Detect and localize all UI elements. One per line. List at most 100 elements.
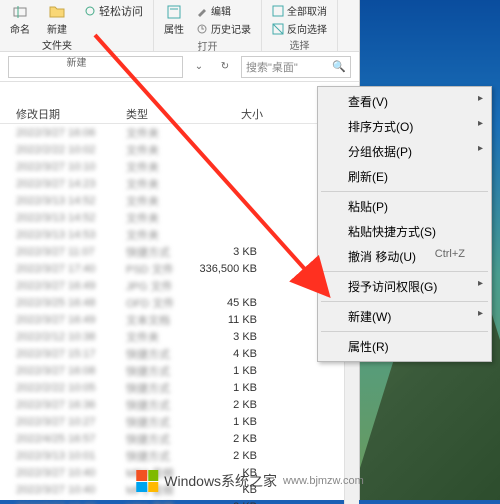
refresh-button[interactable]: ↻ [215,57,235,77]
deselect-all-button[interactable]: 全部取消 [270,2,329,19]
cell-date: 2022/3/27 17:40 [10,261,120,277]
properties-icon [166,4,182,20]
menu-paste[interactable]: 粘贴(P) [320,194,489,219]
table-row[interactable]: 2022/3/27 16:49文本文档11 KB [0,311,359,328]
cell-size [190,182,270,186]
cell-date: 2022/3/27 16:06 [10,125,120,141]
cell-size: 2 KB [190,448,270,464]
edit-label: 编辑 [211,3,231,18]
cell-size [190,148,270,152]
cell-size [190,284,270,288]
new-folder-button[interactable]: 新建 文件夹 [40,2,74,54]
table-row[interactable]: 2022/3/27 10:27快捷方式1 KB [0,413,359,430]
table-row[interactable]: 2022/3/27 11:07快捷方式3 KB [0,243,359,260]
history-label: 历史记录 [211,21,251,36]
ribbon-group-open: 属性 编辑 历史记录 打开 [154,0,262,51]
cell-size [190,165,270,169]
path-input[interactable] [8,56,183,78]
spacer [0,82,359,104]
cell-date: 2022/3/13 14:52 [10,210,120,226]
cell-size: 3 KB [190,329,270,345]
table-row[interactable]: 2022/3/25 16:48OFD 文件45 KB [0,294,359,311]
watermark-url: www.bjmzw.com [283,475,364,487]
table-row[interactable]: 2022/3/13 14:52文件夹 [0,192,359,209]
table-row[interactable]: 2022/3/27 10:40MP3 音频3 KB [0,498,359,504]
cell-size: 336,500 KB [190,261,270,277]
column-date[interactable]: 修改日期 [10,104,120,123]
menu-grant-access[interactable]: 授予访问权限(G) [320,274,489,299]
rename-icon [12,4,28,20]
table-row[interactable]: 2022/3/27 15:17快捷方式4 KB [0,345,359,362]
menu-group[interactable]: 分组依据(P) [320,139,489,164]
menu-separator [321,331,488,332]
table-row[interactable]: 2022/3/27 17:40PSD 文件336,500 KB [0,260,359,277]
cell-date: 2022/3/27 14:23 [10,176,120,192]
ribbon-group-select: 全部取消 反向选择 选择 [262,0,338,51]
cell-type: MP3 音频 [120,497,190,504]
table-row[interactable]: 2022/3/27 14:23文件夹 [0,175,359,192]
menu-separator [321,191,488,192]
cell-size: 4 KB [190,346,270,362]
cell-size [190,233,270,237]
easy-access-icon [84,5,96,17]
menu-properties[interactable]: 属性(R) [320,334,489,359]
edit-button[interactable]: 编辑 [194,2,253,19]
properties-button[interactable]: 属性 [162,2,186,38]
search-input[interactable]: 搜索"桌面" 🔍 [241,56,351,78]
folder-icon [49,4,65,20]
cell-date: 2022/3/13 14:52 [10,193,120,209]
table-row[interactable]: 2022/3/27 10:10文件夹 [0,158,359,175]
menu-view[interactable]: 查看(V) [320,89,489,114]
column-size[interactable]: 大小 [190,104,270,123]
menu-undo[interactable]: 撤消 移动(U)Ctrl+Z [320,244,489,269]
rename-label: 命名 [10,21,30,36]
ribbon-group-open-label: 打开 [198,38,218,53]
dropdown-button[interactable]: ⌄ [189,57,209,77]
cell-size: 45 KB [190,295,270,311]
rename-button[interactable]: 命名 [8,2,32,38]
file-list[interactable]: 2022/3/27 16:06文件夹2022/2/22 10:02文件夹2022… [0,124,359,504]
column-type[interactable]: 类型 [120,104,190,123]
easy-access-label: 轻松访问 [99,3,143,19]
menu-separator [321,271,488,272]
deselect-icon [272,5,284,17]
table-row[interactable]: 2022/3/27 16:36快捷方式2 KB [0,396,359,413]
table-row[interactable]: 2022/3/27 16:08快捷方式1 KB [0,362,359,379]
cell-size: 3 KB [190,244,270,260]
table-row[interactable]: 2022/4/25 16:57快捷方式2 KB [0,430,359,447]
table-row[interactable]: 2022/2/22 10:02文件夹 [0,141,359,158]
cell-date: 2022/4/25 16:57 [10,431,120,447]
easy-access-button[interactable]: 轻松访问 [82,2,145,20]
cell-date: 2022/2/12 10:38 [10,329,120,345]
cell-date: 2022/3/27 16:49 [10,278,120,294]
menu-new[interactable]: 新建(W) [320,304,489,329]
table-row[interactable]: 2022/2/12 10:38文件夹3 KB [0,328,359,345]
history-button[interactable]: 历史记录 [194,20,253,37]
table-row[interactable]: 2022/3/13 14:53文件夹 [0,226,359,243]
menu-grant-label: 授予访问权限(G) [348,278,437,295]
watermark: Windows系统之家 www.bjmzw.com [136,470,363,492]
table-row[interactable]: 2022/3/13 10:01快捷方式2 KB [0,447,359,464]
history-icon [196,23,208,35]
cell-date: 2022/3/27 10:40 [10,482,120,498]
menu-sort[interactable]: 排序方式(O) [320,114,489,139]
cell-date: 2022/3/27 16:08 [10,363,120,379]
menu-undo-label: 撤消 移动(U) [348,248,416,265]
cell-date: 2022/3/27 15:17 [10,346,120,362]
table-row[interactable]: 2022/3/27 16:49JPG 文件 [0,277,359,294]
menu-paste-label: 粘贴(P) [348,198,388,215]
table-row[interactable]: 2022/3/13 14:52文件夹 [0,209,359,226]
cell-date: 2022/3/27 11:07 [10,244,120,260]
menu-paste-shortcut-label: 粘贴快捷方式(S) [348,223,436,240]
menu-refresh[interactable]: 刷新(E) [320,164,489,189]
invert-selection-button[interactable]: 反向选择 [270,20,329,37]
menu-separator [321,301,488,302]
menu-paste-shortcut[interactable]: 粘贴快捷方式(S) [320,219,489,244]
cell-size: 11 KB [190,312,270,328]
table-row[interactable]: 2022/3/27 16:06文件夹 [0,124,359,141]
ribbon-group-select-label: 选择 [290,37,310,52]
newfolder-label-1: 新建 [47,21,67,36]
menu-refresh-label: 刷新(E) [348,168,388,185]
edit-icon [196,5,208,17]
table-row[interactable]: 2022/2/22 10:05快捷方式1 KB [0,379,359,396]
